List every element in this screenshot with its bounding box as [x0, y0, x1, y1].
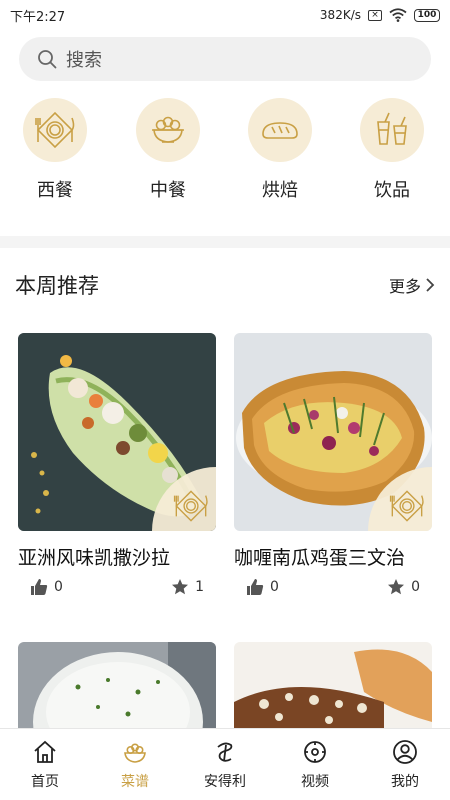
status-indicators: 382K/s × 100: [320, 8, 440, 22]
western-food-icon: [35, 111, 75, 149]
section-divider: [0, 236, 450, 248]
bakery-icon: [262, 122, 298, 139]
category-icon-wrap: [136, 98, 200, 162]
sim-icon: ×: [368, 9, 382, 21]
category-drinks[interactable]: 饮品: [347, 98, 437, 202]
category-icon-wrap: [248, 98, 312, 162]
category-row: 西餐 中餐 烘焙 饮品: [0, 98, 450, 208]
section-header: 本周推荐 更多: [15, 268, 435, 302]
category-bakery[interactable]: 烘焙: [235, 98, 325, 202]
tab-label: 安得利: [204, 773, 246, 790]
recipe-image[interactable]: [234, 333, 432, 531]
search-icon: [38, 50, 57, 69]
home-icon: [34, 740, 56, 763]
tab-brand[interactable]: 安得利: [180, 729, 270, 800]
tab-label: 首页: [31, 773, 59, 790]
profile-icon: [393, 739, 417, 764]
bottom-tab-bar: 首页 菜谱 安得利 视频 我的: [0, 728, 450, 800]
tab-profile[interactable]: 我的: [360, 729, 450, 800]
category-label: 西餐: [37, 180, 73, 201]
more-label: 更多: [388, 277, 421, 296]
tab-label: 菜谱: [121, 773, 149, 790]
recipe-card[interactable]: 咖喱南瓜鸡蛋三文治 0 0: [234, 333, 432, 596]
thumb-up-icon: [247, 579, 264, 595]
tab-recipes[interactable]: 菜谱: [90, 729, 180, 800]
star-count-value: 0: [411, 579, 420, 595]
tab-video[interactable]: 视频: [270, 729, 360, 800]
star-count-value: 1: [195, 579, 204, 595]
recipe-stats: 0 0: [234, 578, 432, 596]
battery-icon: 100: [414, 8, 440, 22]
chevron-right-icon: [426, 278, 435, 292]
tab-label: 我的: [391, 773, 419, 790]
western-food-icon: [389, 490, 424, 522]
category-label: 饮品: [374, 180, 410, 201]
status-bar: 下午2:27 382K/s × 100: [0, 0, 450, 30]
category-icon-wrap: [23, 98, 87, 162]
search-input[interactable]: 搜索: [66, 46, 102, 72]
category-chinese[interactable]: 中餐: [123, 98, 213, 202]
category-label: 烘焙: [262, 180, 298, 201]
like-count[interactable]: 0: [30, 578, 63, 596]
wifi-icon: [389, 8, 407, 22]
search-bar[interactable]: 搜索: [19, 37, 431, 81]
star-count[interactable]: 0: [387, 578, 420, 596]
thumb-up-icon: [31, 579, 48, 595]
recipe-bowl-icon: [124, 743, 146, 763]
category-western[interactable]: 西餐: [10, 98, 100, 202]
tab-home[interactable]: 首页: [0, 729, 90, 800]
western-food-icon: [173, 490, 208, 522]
star-icon: [172, 579, 189, 595]
category-label: 中餐: [150, 180, 186, 201]
recipe-card[interactable]: 亚洲风味凯撒沙拉 0 1: [18, 333, 216, 596]
like-count-value: 0: [270, 579, 279, 595]
chinese-food-icon: [152, 116, 184, 143]
more-link[interactable]: 更多: [389, 273, 435, 297]
recipe-title: 亚洲风味凯撒沙拉: [18, 547, 171, 569]
star-icon: [388, 579, 405, 595]
drinks-icon: [377, 112, 407, 145]
category-icon-wrap: [360, 98, 424, 162]
like-count[interactable]: 0: [246, 578, 279, 596]
star-count[interactable]: 1: [171, 578, 204, 596]
video-icon: [304, 740, 326, 763]
network-speed: 382K/s: [319, 8, 361, 22]
section-title: 本周推荐: [15, 274, 99, 298]
brand-logo-icon: [217, 742, 233, 762]
status-time: 下午2:27: [10, 9, 66, 25]
like-count-value: 0: [54, 579, 63, 595]
recipe-title: 咖喱南瓜鸡蛋三文治: [234, 547, 406, 569]
recipe-image[interactable]: [18, 333, 216, 531]
recipe-stats: 0 1: [18, 578, 216, 596]
tab-label: 视频: [301, 773, 329, 790]
